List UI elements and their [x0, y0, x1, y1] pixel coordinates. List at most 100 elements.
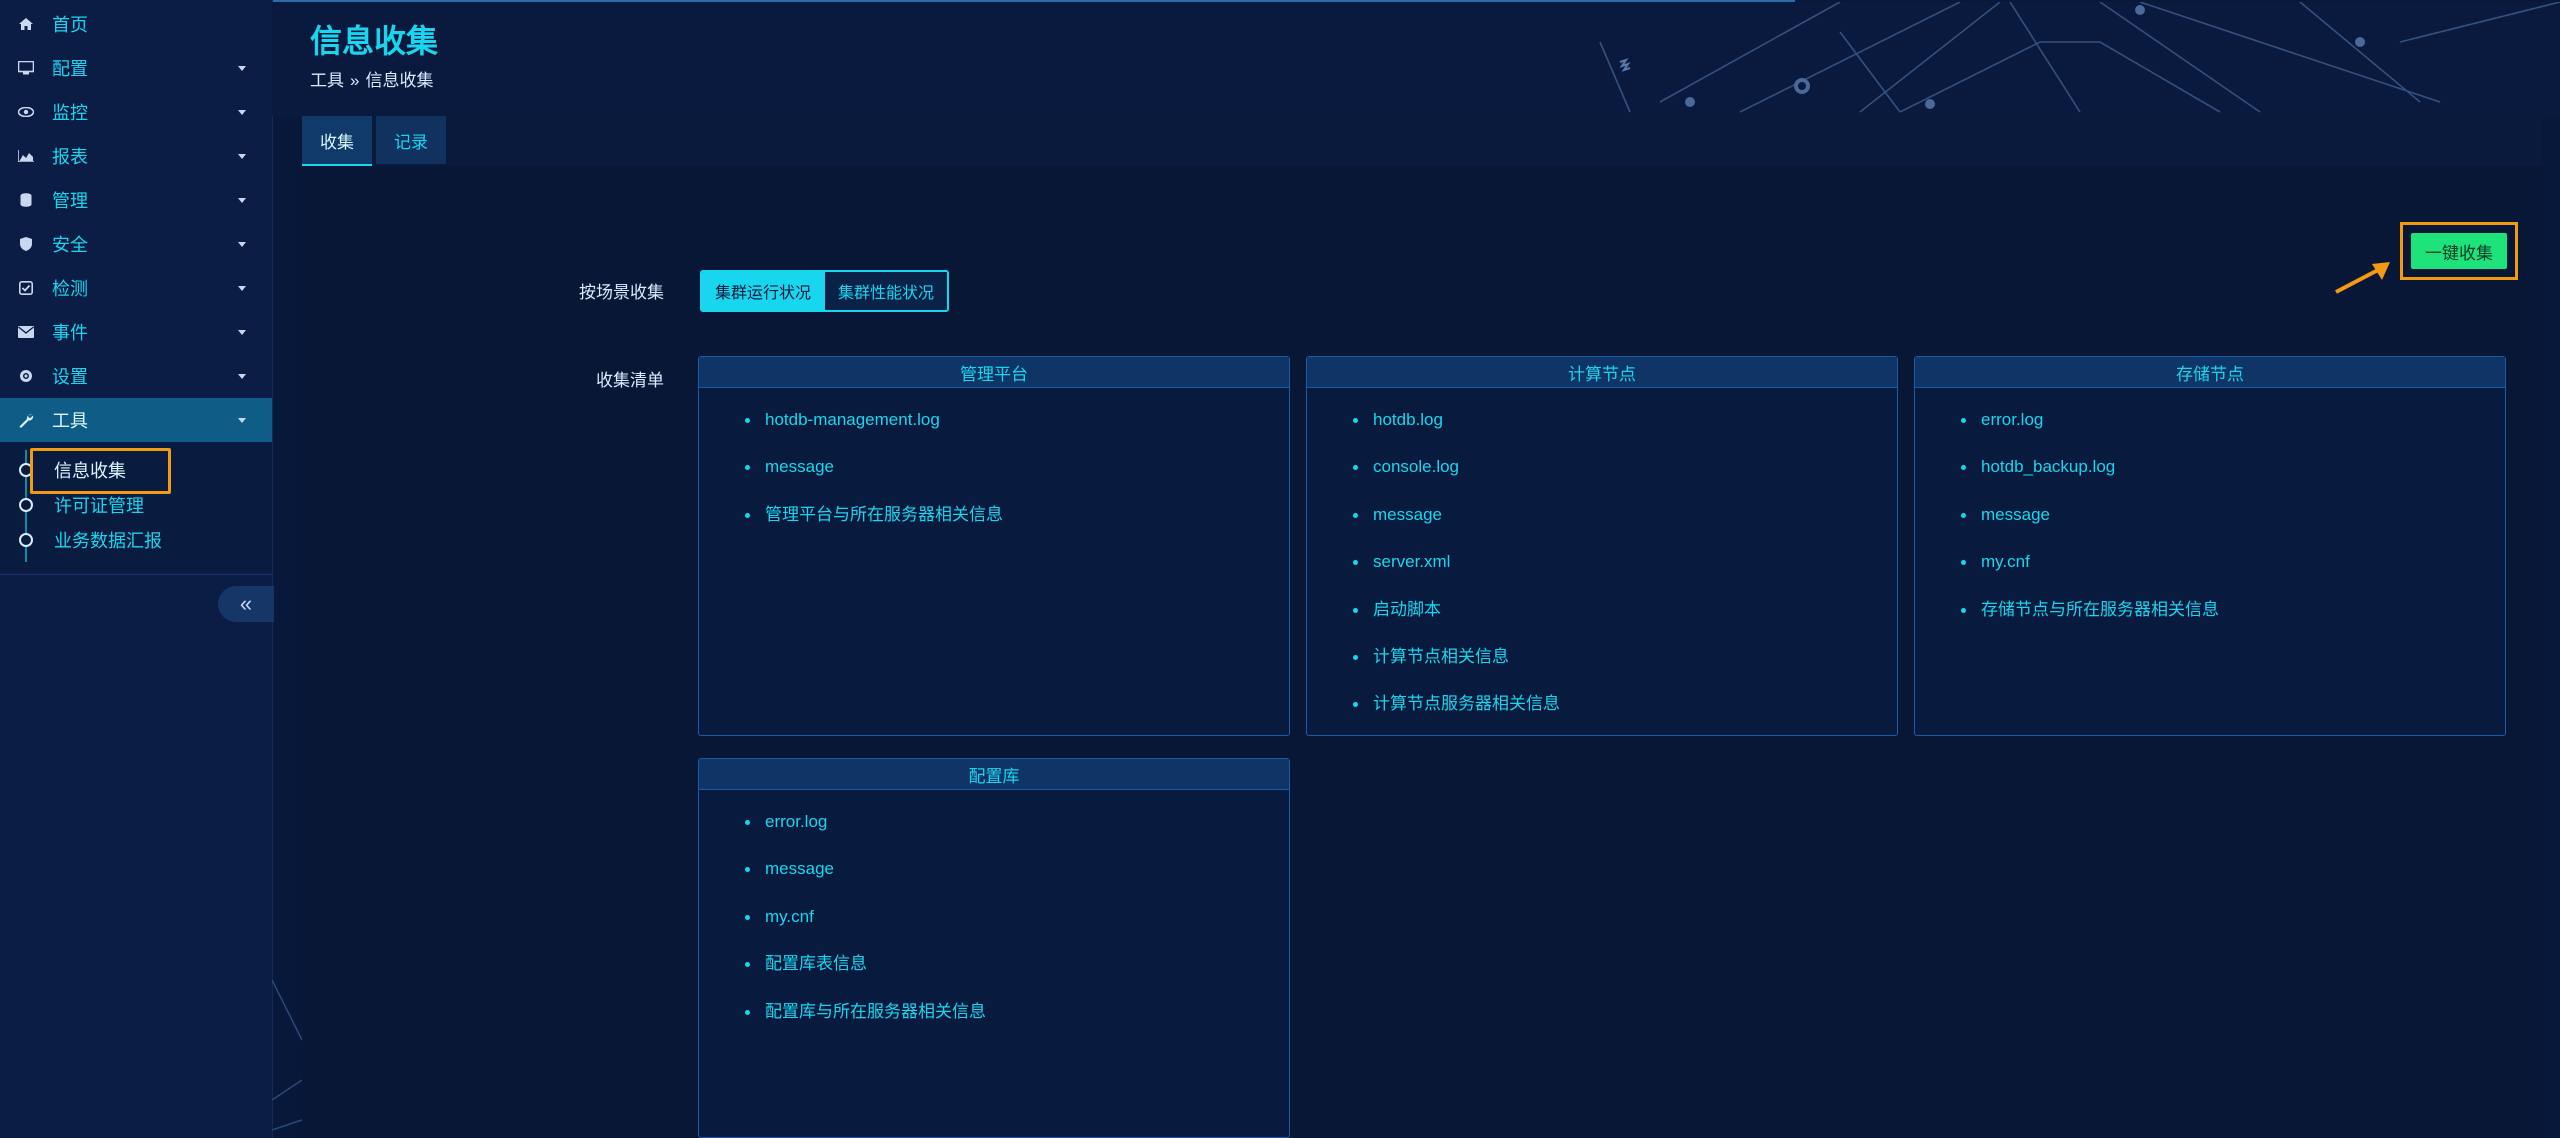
list-item: 管理平台与所在服务器相关信息: [745, 505, 1289, 552]
wrench-icon: [16, 412, 36, 428]
list-item: message: [1353, 505, 1897, 552]
sidebar-menu: 首页 配置 监控 报表 管理 安全 检测 事件 设置 工具: [0, 2, 272, 442]
breadcrumb: 工具 » 信息收集: [310, 66, 433, 91]
shield-icon: [16, 237, 36, 251]
chevron-down-icon: [238, 373, 246, 379]
collapse-sidebar-button[interactable]: «: [218, 586, 274, 622]
list-item: hotdb.log: [1353, 410, 1897, 457]
list-item: message: [745, 457, 1289, 504]
list-item: 配置库表信息: [745, 954, 1289, 1001]
circuit-decoration: [1599, 2, 2560, 113]
card-item-list: error.log message my.cnf 配置库表信息 配置库与所在服务…: [699, 790, 1289, 1049]
chevron-down-icon: [238, 329, 246, 335]
eye-icon: [16, 107, 36, 117]
list-item: error.log: [1961, 410, 2505, 457]
list-item: message: [745, 859, 1289, 906]
submenu-item-label: 许可证管理: [54, 496, 144, 516]
chevron-down-icon: [238, 285, 246, 291]
chevron-down-icon: [238, 65, 246, 71]
sidebar-item-label: 工具: [52, 411, 88, 431]
circle-icon: [19, 498, 33, 512]
sidebar-item-monitor[interactable]: 监控: [0, 90, 272, 134]
list-item: error.log: [745, 812, 1289, 859]
arrow-pointer-icon: [2335, 262, 2390, 294]
tab-collect[interactable]: 收集: [302, 116, 372, 167]
submenu-item-business-report[interactable]: 业务数据汇报: [0, 523, 272, 557]
chevron-down-icon: [238, 109, 246, 115]
gear-icon: [16, 369, 36, 383]
tab-records[interactable]: 记录: [376, 116, 446, 164]
monitor-icon: [16, 61, 36, 75]
chevron-down-icon: [238, 197, 246, 203]
list-item: 启动脚本: [1353, 600, 1897, 647]
page-title: 信息收集: [310, 23, 439, 59]
circle-icon: [19, 533, 33, 547]
card-storage-node: 存储节点 error.log hotdb_backup.log message …: [1914, 356, 2506, 736]
list-item: hotdb-management.log: [745, 410, 1289, 457]
breadcrumb-parent[interactable]: 工具: [310, 71, 344, 90]
sidebar-item-label: 事件: [52, 323, 88, 343]
chevron-down-icon: [238, 417, 246, 423]
card-management-platform: 管理平台 hotdb-management.log message 管理平台与所…: [698, 356, 1290, 736]
sidebar: 首页 配置 监控 报表 管理 安全 检测 事件 设置 工具 信息收集 许可证管理…: [0, 0, 274, 1138]
main-panel: 收集 记录 按场景收集 集群运行状况 集群性能状况 一键收集 收集清单 管理平台…: [302, 116, 2542, 1138]
sidebar-divider: [0, 574, 272, 575]
list-item: console.log: [1353, 457, 1897, 504]
sidebar-item-label: 首页: [52, 15, 88, 35]
sidebar-item-home[interactable]: 首页: [0, 2, 272, 46]
sidebar-item-check[interactable]: 检测: [0, 266, 272, 310]
card-title: 管理平台: [699, 357, 1289, 388]
card-item-list: error.log hotdb_backup.log message my.cn…: [1915, 388, 2505, 647]
scene-selector: 集群运行状况 集群性能状况: [700, 270, 950, 312]
one-click-collect-button[interactable]: 一键收集: [2411, 233, 2507, 269]
card-title: 存储节点: [1915, 357, 2505, 388]
scene-option-cluster-performance[interactable]: 集群性能状况: [824, 272, 948, 310]
list-item: hotdb_backup.log: [1961, 457, 2505, 504]
sidebar-item-label: 报表: [52, 147, 88, 167]
list-item: 存储节点与所在服务器相关信息: [1961, 600, 2505, 647]
sidebar-item-manage[interactable]: 管理: [0, 178, 272, 222]
sidebar-item-label: 管理: [52, 191, 88, 211]
list-item: message: [1961, 505, 2505, 552]
check-square-icon: [16, 281, 36, 295]
one-click-highlight: 一键收集: [2400, 222, 2518, 280]
scene-option-cluster-running[interactable]: 集群运行状况: [702, 272, 825, 310]
sidebar-item-tools[interactable]: 工具: [0, 398, 272, 442]
card-title: 计算节点: [1307, 357, 1897, 388]
card-item-list: hotdb-management.log message 管理平台与所在服务器相…: [699, 388, 1289, 552]
sidebar-item-label: 设置: [52, 367, 88, 387]
chevron-down-icon: [238, 241, 246, 247]
sidebar-item-label: 安全: [52, 235, 88, 255]
collect-list-label: 收集清单: [596, 371, 664, 390]
list-item: server.xml: [1353, 552, 1897, 599]
sidebar-item-config[interactable]: 配置: [0, 46, 272, 90]
tab-bar: 收集 记录: [302, 116, 450, 167]
envelope-icon: [16, 326, 36, 338]
list-item: 计算节点相关信息: [1353, 647, 1897, 694]
scene-collect-label: 按场景收集: [579, 283, 664, 302]
sidebar-item-settings[interactable]: 设置: [0, 354, 272, 398]
breadcrumb-separator-icon: »: [350, 71, 360, 90]
sidebar-item-events[interactable]: 事件: [0, 310, 272, 354]
chevron-down-icon: [238, 153, 246, 159]
sidebar-item-label: 配置: [52, 59, 88, 79]
list-item: 配置库与所在服务器相关信息: [745, 1002, 1289, 1049]
page-header: 信息收集 工具 » 信息收集: [272, 2, 2560, 116]
area-chart-icon: [16, 150, 36, 162]
list-item: my.cnf: [745, 907, 1289, 954]
double-chevron-left-icon: «: [239, 591, 253, 616]
card-compute-node: 计算节点 hotdb.log console.log message serve…: [1306, 356, 1898, 736]
sidebar-item-security[interactable]: 安全: [0, 222, 272, 266]
list-item: my.cnf: [1961, 552, 2505, 599]
decorative-lines: [272, 980, 302, 1131]
list-item: 计算节点服务器相关信息: [1353, 694, 1897, 741]
sidebar-item-label: 监控: [52, 103, 88, 123]
card-item-list: hotdb.log console.log message server.xml…: [1307, 388, 1897, 742]
tab-content: 按场景收集 集群运行状况 集群性能状况 一键收集 收集清单 管理平台 hotdb…: [302, 166, 2542, 1138]
card-config-db: 配置库 error.log message my.cnf 配置库表信息 配置库与…: [698, 758, 1290, 1138]
breadcrumb-current: 信息收集: [365, 71, 434, 90]
sidebar-item-reports[interactable]: 报表: [0, 134, 272, 178]
active-item-highlight: [30, 448, 171, 494]
sidebar-item-label: 检测: [52, 279, 88, 299]
database-icon: [16, 193, 36, 207]
